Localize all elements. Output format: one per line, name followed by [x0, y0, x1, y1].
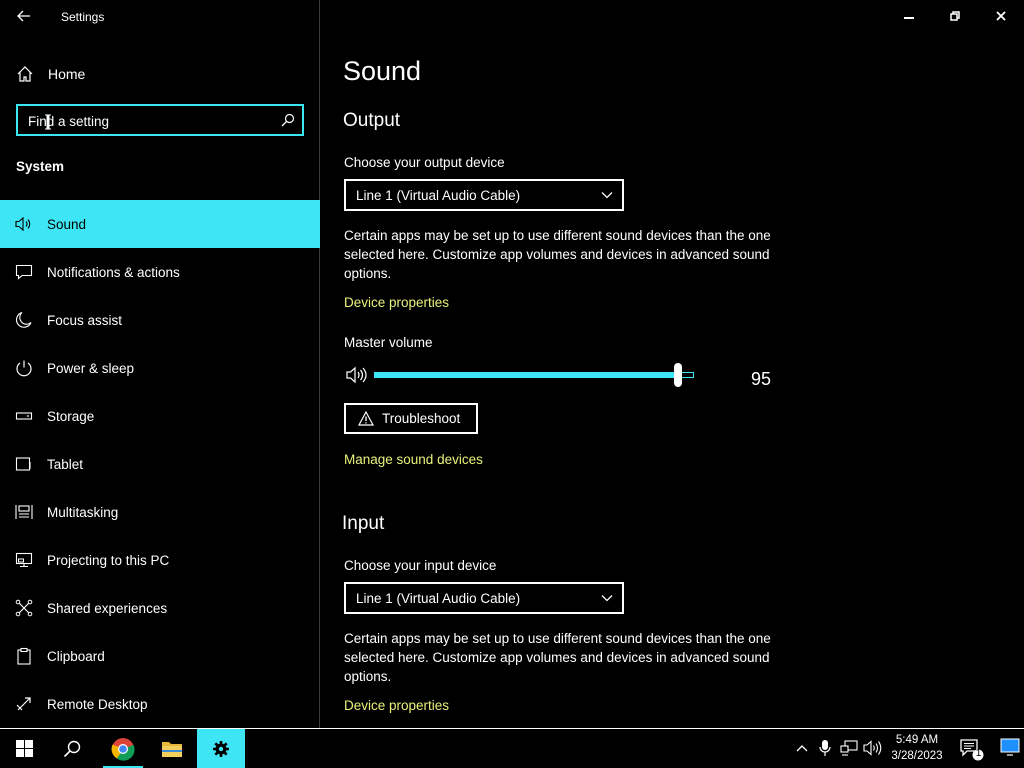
- troubleshoot-button[interactable]: Troubleshoot: [344, 403, 478, 434]
- master-volume-value: 95: [751, 369, 772, 389]
- back-arrow-icon: [17, 10, 30, 22]
- sidebar-item-notifications[interactable]: Notifications & actions: [0, 248, 320, 296]
- output-device-dropdown[interactable]: Line 1 (Virtual Audio Cable): [344, 179, 624, 211]
- sidebar-item-label: Shared experiences: [47, 601, 168, 616]
- sidebar-item-label: Clipboard: [47, 649, 105, 664]
- back-button[interactable]: [10, 4, 38, 28]
- taskbar: 5:49 AM 3/28/2023 1: [0, 728, 1024, 768]
- chevron-down-icon: [601, 192, 613, 199]
- speaker-icon: [15, 216, 31, 232]
- master-volume-slider[interactable]: [374, 372, 694, 378]
- remote-desktop-icon: [16, 697, 31, 711]
- multitasking-icon: [15, 505, 33, 519]
- search-input[interactable]: [28, 112, 278, 130]
- output-device-label: Choose your output device: [344, 155, 505, 170]
- windows-logo-icon: [15, 740, 33, 757]
- taskbar-file-explorer[interactable]: [148, 729, 196, 768]
- sidebar-nav: Sound Notifications & actions Focus assi…: [0, 200, 320, 728]
- sidebar-item-tablet[interactable]: Tablet: [0, 440, 320, 488]
- chevron-up-icon: [796, 745, 808, 752]
- sidebar-item-clipboard[interactable]: Clipboard: [0, 632, 320, 680]
- notification-icon: [15, 264, 33, 280]
- sidebar: Settings Home System Sound Notifications…: [0, 0, 320, 728]
- sidebar-item-sound[interactable]: Sound: [0, 200, 320, 248]
- sidebar-item-label: Projecting to this PC: [47, 553, 170, 568]
- master-volume-label: Master volume: [344, 335, 433, 350]
- output-heading: Output: [343, 110, 401, 131]
- tablet-icon: [15, 457, 31, 471]
- sidebar-item-label: Storage: [47, 409, 95, 424]
- notification-icon: [960, 739, 984, 761]
- moon-icon: [16, 311, 32, 328]
- warning-icon: [358, 411, 374, 426]
- title-bar: Settings: [0, 0, 320, 32]
- network-icon: [840, 740, 858, 756]
- notification-count-badge: 1: [975, 748, 982, 759]
- input-device-dropdown[interactable]: Line 1 (Virtual Audio Cable): [344, 582, 624, 614]
- main-content: Sound Output Choose your output device L…: [321, 0, 1024, 728]
- tray-microphone[interactable]: [814, 737, 836, 759]
- projecting-icon: [15, 552, 33, 568]
- output-device-properties-link[interactable]: Device properties: [344, 295, 449, 310]
- sidebar-item-remote-desktop[interactable]: Remote Desktop: [0, 680, 320, 728]
- sidebar-item-power-sleep[interactable]: Power & sleep: [0, 344, 320, 392]
- sidebar-item-storage[interactable]: Storage: [0, 392, 320, 440]
- folder-icon: [162, 741, 182, 757]
- sidebar-item-focus-assist[interactable]: Focus assist: [0, 296, 320, 344]
- text-cursor-icon: [45, 114, 51, 130]
- speaker-icon[interactable]: [346, 365, 370, 385]
- output-device-value: Line 1 (Virtual Audio Cable): [356, 188, 521, 203]
- home-icon: [17, 66, 33, 82]
- taskbar-settings[interactable]: [197, 729, 245, 768]
- start-button[interactable]: [0, 729, 48, 768]
- chrome-icon: [111, 737, 135, 761]
- show-hidden-icons-button[interactable]: [791, 737, 813, 759]
- troubleshoot-label: Troubleshoot: [382, 411, 461, 426]
- sidebar-item-label: Multitasking: [47, 505, 119, 520]
- taskbar-chrome[interactable]: [99, 729, 147, 768]
- sidebar-item-projecting[interactable]: Projecting to this PC: [0, 536, 320, 584]
- page-title: Sound: [343, 56, 422, 86]
- manage-sound-devices-link[interactable]: Manage sound devices: [344, 452, 483, 467]
- tray-network[interactable]: [838, 737, 860, 759]
- master-volume-row: [344, 362, 784, 388]
- app-title: Settings: [61, 10, 105, 24]
- taskbar-search-button[interactable]: [48, 729, 96, 768]
- search-icon[interactable]: [281, 113, 295, 127]
- sidebar-item-multitasking[interactable]: Multitasking: [0, 488, 320, 536]
- sidebar-item-label: Focus assist: [47, 313, 123, 328]
- input-device-label: Choose your input device: [344, 558, 497, 573]
- search-box[interactable]: [16, 104, 304, 136]
- slider-thumb[interactable]: [674, 363, 682, 387]
- storage-icon: [15, 412, 33, 420]
- input-device-properties-link[interactable]: Device properties: [344, 698, 449, 713]
- input-device-value: Line 1 (Virtual Audio Cable): [356, 591, 521, 606]
- sidebar-item-label: Sound: [47, 217, 87, 232]
- output-note: Certain apps may be set up to use differ…: [344, 228, 771, 281]
- microphone-icon: [819, 740, 831, 756]
- power-icon: [16, 360, 32, 377]
- sidebar-item-label: Notifications & actions: [47, 265, 180, 280]
- sidebar-item-label: Power & sleep: [47, 361, 135, 376]
- input-note: Certain apps may be set up to use differ…: [344, 631, 771, 684]
- clipboard-icon: [17, 647, 31, 665]
- sidebar-item-shared-experiences[interactable]: Shared experiences: [0, 584, 320, 632]
- clock-date: 3/28/2023: [891, 750, 943, 762]
- gear-icon: [213, 740, 229, 757]
- taskbar-clock[interactable]: 5:49 AM 3/28/2023: [880, 732, 954, 764]
- shared-experiences-icon: [15, 599, 33, 617]
- slider-fill: [375, 373, 677, 377]
- sidebar-item-label: Tablet: [47, 457, 84, 472]
- action-center-button[interactable]: 1: [958, 737, 988, 761]
- show-desktop-button[interactable]: [1000, 738, 1022, 758]
- section-heading: System: [16, 159, 65, 174]
- input-heading: Input: [342, 513, 385, 534]
- sidebar-item-label: Remote Desktop: [47, 697, 148, 712]
- clock-time: 5:49 AM: [895, 734, 939, 746]
- desktop-icon: [1000, 738, 1020, 756]
- search-icon: [63, 740, 81, 757]
- chevron-down-icon: [601, 595, 613, 602]
- home-label: Home: [48, 66, 86, 82]
- home-nav-item[interactable]: Home: [0, 56, 320, 92]
